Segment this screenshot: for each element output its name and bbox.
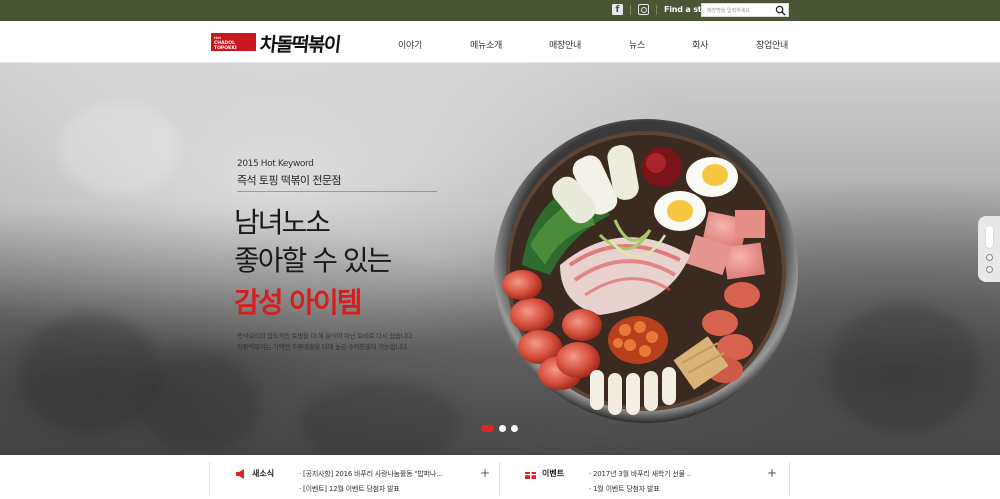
event-more-button[interactable]: + bbox=[767, 466, 777, 480]
event-category-label: 이벤트 bbox=[542, 469, 565, 478]
hero-desc-line1: 즉석요리와 압도적인 토핑을 더 해 분식이 아닌 요리로 다시 섰습니다. bbox=[237, 332, 414, 340]
scroll-handle[interactable] bbox=[986, 226, 993, 248]
background-crowd bbox=[300, 383, 460, 455]
event-item[interactable]: · 2017년 3월 바푸리 새학기 선물 .. bbox=[589, 467, 691, 482]
news-more-button[interactable]: + bbox=[480, 466, 490, 480]
hero-headline-line2: 좋아할 수 있는 bbox=[234, 244, 392, 277]
instagram-icon[interactable] bbox=[638, 4, 649, 15]
gift-icon bbox=[525, 468, 536, 479]
search-placeholder: 매장명을 입력하세요 bbox=[707, 8, 750, 14]
background-crowd bbox=[830, 303, 980, 433]
utility-bar: f Find a store 매장명을 입력하세요 bbox=[0, 0, 1000, 21]
baked-beans bbox=[608, 316, 668, 364]
nav-item-stores[interactable]: 매장안내 bbox=[549, 38, 581, 51]
news-section: 새소식 · [공지사항] 2016 바푸리 사랑나눔활동 "밥퍼나... · [… bbox=[209, 463, 499, 499]
slider-pagination bbox=[481, 425, 518, 432]
tteokbokki-pan-image bbox=[494, 119, 798, 423]
hero-keyword-year: 2015 Hot Keyword bbox=[237, 159, 314, 169]
nav-item-menu[interactable]: 메뉴소개 bbox=[470, 38, 502, 51]
hero-description: 즉석요리와 압도적인 토핑을 더 해 분식이 아닌 요리로 다시 섰습니다. 차… bbox=[237, 331, 414, 353]
event-item[interactable]: · 1월 이벤트 당첨자 발표 bbox=[589, 482, 691, 497]
main-nav: 이야기 메뉴소개 매장안내 뉴스 회사 창업안내 bbox=[0, 38, 1000, 52]
facebook-icon[interactable]: f bbox=[612, 4, 623, 15]
background-crowd bbox=[20, 313, 160, 433]
slide-dot[interactable] bbox=[511, 425, 518, 432]
news-item[interactable]: · [공지사항] 2016 바푸리 사랑나눔활동 "밥퍼나... bbox=[299, 467, 442, 482]
store-search-input[interactable]: 매장명을 입력하세요 bbox=[701, 3, 789, 17]
news-item[interactable]: · [이벤트] 12월 이벤트 당첨자 발표 bbox=[299, 482, 442, 497]
nav-item-franchise[interactable]: 창업안내 bbox=[756, 38, 788, 51]
event-category: 이벤트 bbox=[525, 468, 564, 479]
hero-slider: 2015 Hot Keyword 즉석 토핑 떡볶이 전문점 남녀노소 좋아할 … bbox=[0, 63, 1000, 455]
news-category-label: 새소식 bbox=[252, 469, 275, 478]
event-list: · 2017년 3월 바푸리 새학기 선물 .. · 1월 이벤트 당첨자 발표 bbox=[589, 467, 691, 497]
news-strip: 새소식 · [공지사항] 2016 바푸리 사랑나눔활동 "밥퍼나... · [… bbox=[0, 455, 1000, 499]
hero-keyword-subtitle: 즉석 토핑 떡볶이 전문점 bbox=[237, 174, 341, 187]
section-dot[interactable] bbox=[986, 266, 993, 273]
hero-headline-line1: 남녀노소 bbox=[234, 206, 331, 239]
slide-dot-active[interactable] bbox=[481, 425, 494, 432]
search-icon[interactable] bbox=[775, 5, 786, 16]
nav-item-company[interactable]: 회사 bbox=[692, 38, 708, 51]
event-section: 이벤트 · 2017년 3월 바푸리 새학기 선물 .. · 1월 이벤트 당첨… bbox=[499, 463, 789, 499]
hero-headline: 남녀노소 좋아할 수 있는 bbox=[234, 204, 392, 280]
news-list: · [공지사항] 2016 바푸리 사랑나눔활동 "밥퍼나... · [이벤트]… bbox=[299, 467, 442, 497]
megaphone-icon bbox=[236, 468, 244, 479]
background-crowd bbox=[60, 103, 180, 193]
hero-desc-line2: 차돌떡볶이는 가맥엔 주류매출을 더해 높은 수익창출이 가능합니다. bbox=[237, 343, 409, 351]
divider bbox=[656, 4, 657, 15]
site-header: Hot CHADOL TOPOKKI 차돌떡볶이 이야기 메뉴소개 매장안내 뉴… bbox=[0, 21, 1000, 63]
section-dot[interactable] bbox=[986, 254, 993, 261]
nav-item-story[interactable]: 이야기 bbox=[398, 38, 422, 51]
nav-item-news[interactable]: 뉴스 bbox=[629, 38, 645, 51]
hero-divider bbox=[237, 191, 437, 192]
news-category: 새소식 bbox=[235, 468, 274, 479]
background-crowd bbox=[140, 353, 260, 453]
divider bbox=[789, 462, 790, 496]
slide-dot[interactable] bbox=[499, 425, 506, 432]
side-scroll-control[interactable] bbox=[978, 216, 1000, 282]
hero-headline-accent: 감성 아이템 bbox=[234, 286, 363, 319]
divider bbox=[630, 4, 631, 15]
